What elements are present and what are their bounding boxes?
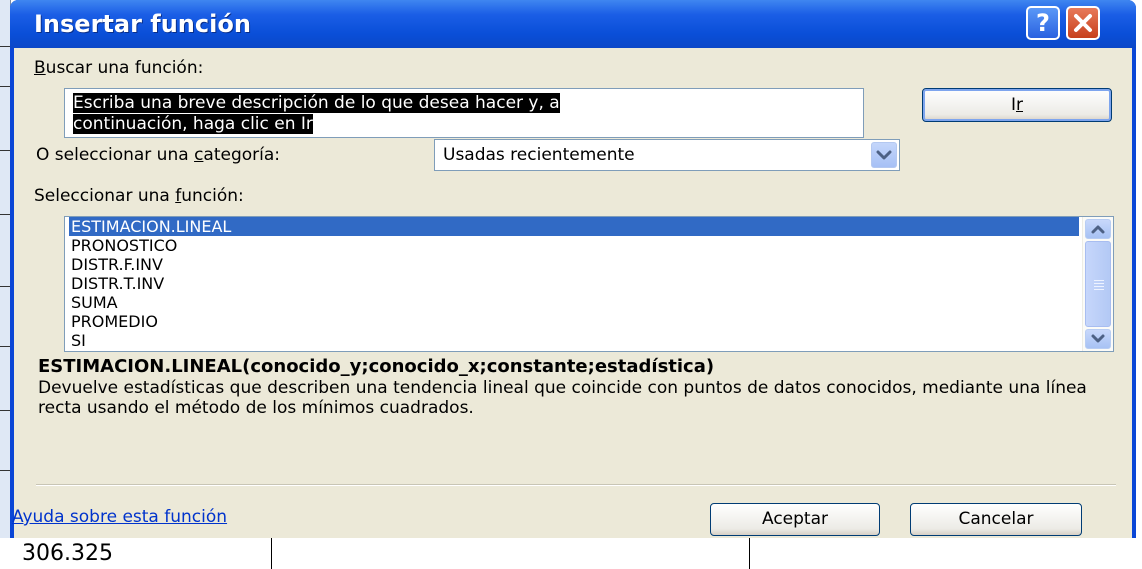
- function-list-item[interactable]: PROMEDIO: [69, 312, 1079, 331]
- close-button[interactable]: [1066, 6, 1100, 40]
- search-label: Buscar una función:: [34, 58, 204, 78]
- function-signature: ESTIMACION.LINEAL(conocido_y;conocido_x;…: [38, 356, 715, 377]
- function-list-item[interactable]: SUMA: [69, 293, 1079, 312]
- chevron-down-icon: [1091, 334, 1105, 343]
- dialog-titlebar[interactable]: Insertar función ?: [10, 0, 1136, 48]
- search-input-text: Escriba una breve descripción de lo que …: [73, 93, 560, 134]
- spreadsheet-row: 306.325: [0, 538, 1142, 569]
- help-link[interactable]: Ayuda sobre esta función: [12, 507, 227, 527]
- ok-button[interactable]: Aceptar: [710, 503, 880, 536]
- function-list-item[interactable]: DISTR.T.INV: [69, 274, 1079, 293]
- function-listbox[interactable]: ESTIMACION.LINEAL PRONOSTICO DISTR.F.INV…: [64, 216, 1114, 352]
- chevron-up-icon: [1091, 225, 1105, 234]
- function-list-label: Seleccionar una función:: [34, 186, 244, 206]
- chevron-down-icon: [876, 150, 892, 160]
- close-icon: [1074, 14, 1092, 32]
- function-list-item[interactable]: SI: [69, 331, 1079, 350]
- scroll-thumb[interactable]: [1085, 241, 1111, 327]
- divider: [36, 484, 1116, 486]
- category-select[interactable]: Usadas recientemente: [434, 139, 900, 171]
- cancel-button[interactable]: Cancelar: [910, 503, 1082, 536]
- category-select-value: Usadas recientemente: [443, 145, 635, 165]
- category-label: O seleccionar una categoría:: [36, 145, 281, 165]
- scroll-up-button[interactable]: [1085, 219, 1111, 239]
- search-input[interactable]: Escriba una breve descripción de lo que …: [64, 88, 864, 138]
- function-list-item[interactable]: DISTR.F.INV: [69, 255, 1079, 274]
- go-button[interactable]: Ir: [922, 88, 1112, 122]
- function-list-item[interactable]: PRONOSTICO: [69, 236, 1079, 255]
- function-description: Devuelve estadísticas que describen una …: [38, 378, 1087, 418]
- help-button[interactable]: ?: [1026, 6, 1060, 40]
- dialog-body: Buscar una función: Escriba una breve de…: [12, 48, 1132, 538]
- insert-function-dialog: Insertar función ? Buscar una función: E…: [10, 0, 1136, 538]
- spreadsheet-cell-empty[interactable]: [750, 538, 1142, 569]
- function-list-scrollbar[interactable]: [1082, 217, 1113, 351]
- dialog-title: Insertar función: [34, 10, 251, 38]
- spreadsheet-cell-empty[interactable]: [272, 538, 750, 569]
- scroll-down-button[interactable]: [1085, 329, 1111, 349]
- function-list-item[interactable]: ESTIMACION.LINEAL: [69, 217, 1079, 236]
- category-dropdown-button[interactable]: [871, 142, 897, 168]
- spreadsheet-cell[interactable]: 306.325: [0, 538, 272, 569]
